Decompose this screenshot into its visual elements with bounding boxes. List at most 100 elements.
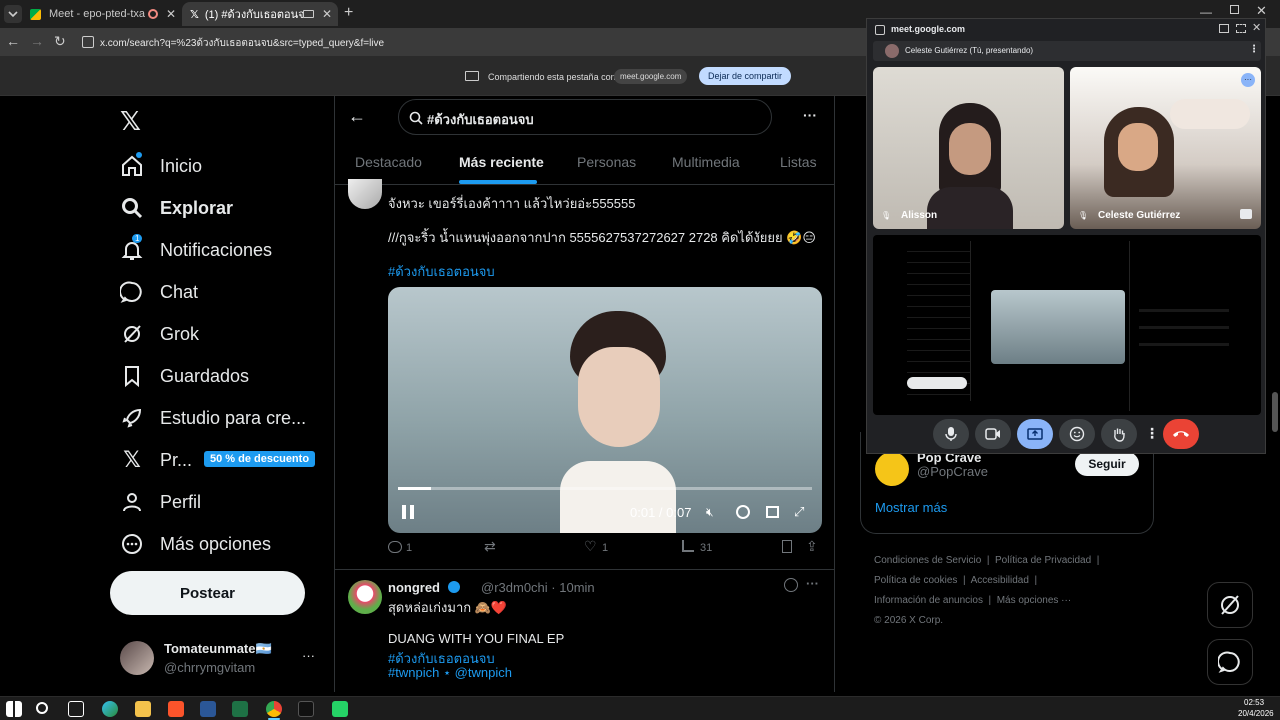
url-field[interactable]: x.com/search?q=%23ด้วงกับเธอตอนจบ&src=ty…	[100, 36, 384, 51]
sidebar-item-perfil[interactable]: Perfil	[118, 482, 201, 522]
share-text: Compartiendo esta pestaña con	[488, 72, 616, 82]
footer-link[interactable]: Condiciones de Servicio	[874, 555, 981, 566]
close-icon[interactable]: ✕	[166, 7, 176, 21]
mute-icon[interactable]: 🔇︎	[706, 505, 714, 520]
site-info-icon[interactable]	[82, 36, 94, 48]
footer-link[interactable]: Política de Privacidad	[995, 555, 1091, 566]
mic-button[interactable]	[933, 419, 969, 449]
sidebar-item-label: Inicio	[160, 155, 203, 176]
clock-time[interactable]: 02:53	[1244, 698, 1264, 707]
brave-icon[interactable]	[168, 701, 184, 717]
close-icon[interactable]: ✕	[1252, 21, 1261, 34]
sidebar-item-label: Pr...	[160, 449, 193, 470]
close-window-button[interactable]: ✕	[1256, 3, 1267, 19]
sidebar-item-explorar[interactable]: Explorar	[118, 188, 233, 228]
more-icon[interactable]: ···	[803, 107, 817, 123]
camera-button[interactable]	[975, 419, 1011, 449]
back-arrow-icon[interactable]: ←	[348, 106, 366, 127]
tab-destacado[interactable]: Destacado	[355, 154, 422, 170]
sidebar-item-notificaciones[interactable]: 1 Notificaciones	[118, 230, 272, 270]
edge-icon[interactable]	[102, 701, 118, 717]
clock-date[interactable]: 20/4/2026	[1238, 709, 1274, 718]
sidebar-item-chat[interactable]: Chat	[118, 272, 198, 312]
pause-icon[interactable]	[402, 505, 414, 519]
search-input[interactable]: #ด้วงกับเธอตอนจบ	[398, 99, 772, 135]
sidebar-item-premium[interactable]: 𝕏 Pr... 50 % de descuento	[118, 440, 316, 480]
sidebar-item-mas-opciones[interactable]: Más opciones	[118, 524, 271, 564]
sidebar-item-grok[interactable]: Grok	[118, 314, 199, 354]
present-button[interactable]	[1017, 419, 1053, 449]
tab-multimedia[interactable]: Multimedia	[672, 154, 740, 170]
more-vert-icon[interactable]: ⋮	[1145, 425, 1159, 442]
pip-resize-icon[interactable]	[1236, 24, 1246, 33]
word-icon[interactable]	[200, 701, 216, 717]
whatsapp-icon[interactable]	[332, 701, 348, 717]
new-tab-button[interactable]: +	[344, 4, 353, 22]
tab-meet[interactable]: Meet - epo-pted-txa ✕	[22, 2, 182, 26]
footer-link[interactable]: Más opciones ···	[997, 595, 1071, 606]
reload-button[interactable]: ↻	[54, 33, 66, 50]
x-logo-icon[interactable]: 𝕏	[120, 106, 141, 137]
retweet-icon[interactable]: ⇄	[484, 538, 496, 555]
messages-float-button[interactable]	[1207, 639, 1253, 685]
account-switcher[interactable]: Tomateunmate🇦🇷 @chrrymgvitam ···	[118, 638, 318, 678]
file-explorer-icon[interactable]	[135, 701, 151, 717]
windows-start-icon[interactable]	[6, 701, 22, 717]
bookmark-icon[interactable]	[782, 540, 792, 553]
search-icon[interactable]	[36, 702, 48, 714]
video-player[interactable]: 0:01 / 0:07 🔇︎ ⤢	[388, 287, 822, 533]
views-icon[interactable]	[682, 540, 694, 552]
tiktok-icon[interactable]	[298, 701, 314, 717]
participant-name: Alisson	[901, 210, 938, 221]
tab-list-button[interactable]	[4, 5, 22, 23]
reactions-button[interactable]	[1059, 419, 1095, 449]
footer-link[interactable]: Información de anuncios	[874, 595, 983, 606]
video-progress-track[interactable]	[398, 487, 812, 490]
screen-share-preview[interactable]	[873, 235, 1261, 415]
popout-icon[interactable]	[766, 506, 779, 518]
more-vert-icon[interactable]: ⋮	[1249, 44, 1259, 55]
follow-button[interactable]: Seguir	[1075, 452, 1139, 476]
grok-icon[interactable]	[784, 578, 798, 592]
forward-button[interactable]: →	[30, 33, 44, 49]
task-view-icon[interactable]	[68, 701, 84, 717]
like-icon[interactable]: ♡	[584, 538, 597, 555]
footer-link[interactable]: Política de cookies	[874, 575, 957, 586]
tweet-1[interactable]: จังหวะ เขอร์รี่เองค้าาาา แล้วไหว่ยอ่ะ555…	[335, 179, 834, 569]
sidebar-item-guardados[interactable]: Guardados	[118, 356, 249, 396]
post-button[interactable]: Postear	[110, 571, 305, 615]
share-icon[interactable]: ⇪	[806, 538, 818, 555]
grok-float-button[interactable]	[1207, 582, 1253, 628]
tab-x-search[interactable]: 𝕏 (1) #ด้วงกับเธอตอนจบ - Busca ✕	[182, 2, 338, 26]
raise-hand-button[interactable]	[1101, 419, 1137, 449]
scrollbar-thumb[interactable]	[1272, 392, 1278, 432]
close-icon[interactable]: ✕	[322, 7, 332, 21]
fullscreen-icon[interactable]: ⤢	[794, 504, 804, 520]
back-to-tab-icon[interactable]	[1219, 24, 1229, 33]
tab-mas-reciente[interactable]: Más reciente	[459, 154, 544, 170]
hang-up-button[interactable]	[1163, 419, 1199, 449]
verified-icon	[447, 581, 460, 593]
minimize-button[interactable]: —	[1200, 5, 1212, 19]
more-icon[interactable]: ···	[302, 648, 315, 663]
reply-icon[interactable]	[388, 541, 402, 553]
participant-tile-2[interactable]: ··· 🎙︎ Celeste Gutiérrez	[1070, 67, 1261, 229]
more-options-icon[interactable]: ···	[1241, 73, 1255, 87]
stop-sharing-button[interactable]: Dejar de compartir	[699, 67, 792, 85]
footer-link[interactable]: Accesibilidad	[971, 575, 1029, 586]
presenting-icon	[1240, 209, 1252, 219]
more-icon[interactable]: ···	[806, 576, 819, 591]
participant-tile-1[interactable]: 🎙︎ Alisson	[873, 67, 1064, 229]
settings-gear-icon[interactable]	[736, 505, 750, 519]
back-button[interactable]: ←	[6, 33, 20, 49]
tab-personas[interactable]: Personas	[577, 154, 636, 170]
show-more-link[interactable]: Mostrar más	[875, 500, 947, 515]
tweet-2[interactable]: nongred @r3dm0chi · 10min ··· สุดหล่อเก่…	[335, 570, 834, 692]
tab-listas[interactable]: Listas	[780, 154, 817, 170]
chrome-icon[interactable]	[266, 701, 282, 717]
hashtag-link[interactable]: #ด้วงกับเธอตอนจบ	[388, 261, 495, 282]
sidebar-item-inicio[interactable]: Inicio	[118, 146, 202, 186]
excel-icon[interactable]	[232, 701, 248, 717]
maximize-button[interactable]	[1230, 5, 1239, 14]
sidebar-item-estudio[interactable]: Estudio para cre...	[118, 398, 306, 438]
